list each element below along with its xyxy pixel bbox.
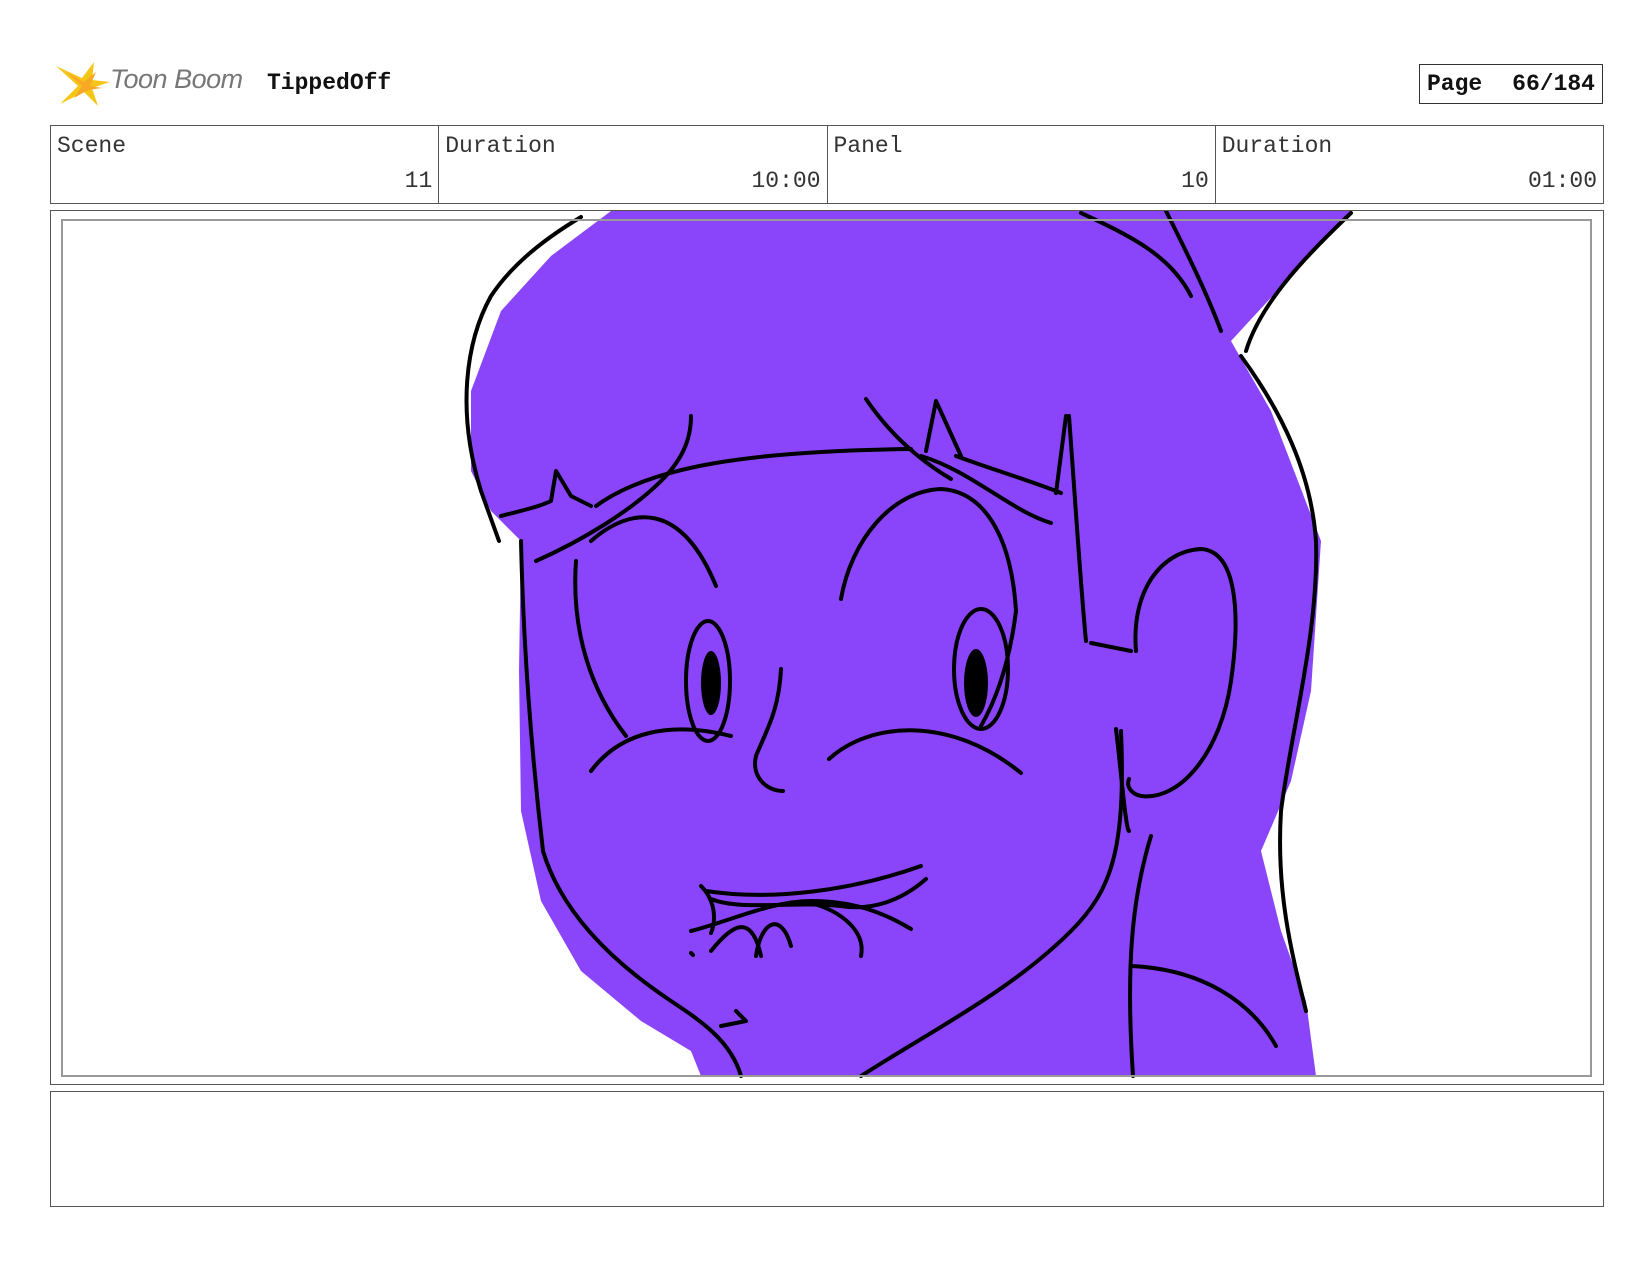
left-pupil (701, 651, 721, 715)
scene-duration-label: Duration (445, 133, 556, 159)
panel-cell: Panel 10 (828, 126, 1216, 203)
right-pupil (964, 649, 988, 717)
page-number: 66/184 (1512, 71, 1595, 97)
page-indicator: Page 66/184 (1419, 64, 1603, 104)
scene-value: 11 (404, 168, 433, 194)
scene-duration-cell: Duration 10:00 (439, 126, 828, 203)
storyboard-panel (50, 210, 1604, 1085)
page-label: Page (1427, 71, 1483, 97)
panel-label: Panel (833, 133, 903, 159)
scene-duration-value: 10:00 (751, 168, 821, 194)
scene-label: Scene (57, 133, 127, 159)
panel-duration-value: 01:00 (1527, 168, 1597, 194)
character-drawing (464, 211, 1353, 1078)
panel-value: 10 (1181, 168, 1209, 194)
starburst-icon (56, 62, 110, 106)
project-title: TippedOff (267, 70, 392, 96)
panel-duration-cell: Duration 01:00 (1216, 126, 1603, 203)
brand-name: Toon Boom (110, 64, 243, 94)
scene-cell: Scene 11 (51, 126, 440, 203)
panel-info-row: Scene 11 Duration 10:00 Panel 10 Duratio… (50, 125, 1604, 204)
panel-duration-label: Duration (1221, 133, 1333, 159)
panel-notes-box[interactable] (50, 1091, 1604, 1207)
